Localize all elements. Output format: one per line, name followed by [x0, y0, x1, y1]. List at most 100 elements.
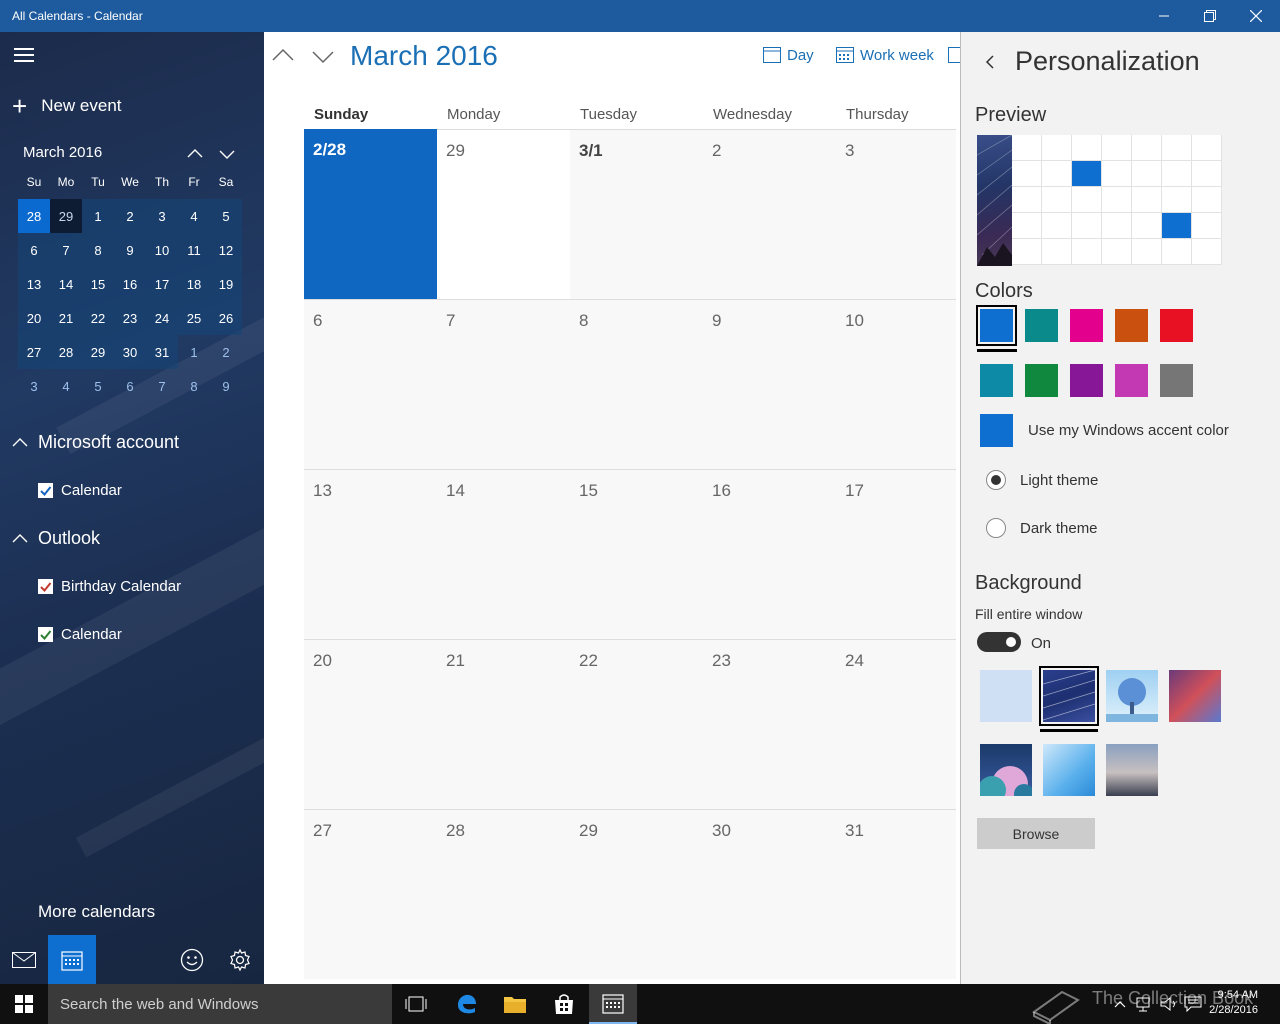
color-swatch[interactable]	[1025, 309, 1058, 342]
browse-button[interactable]: Browse	[977, 818, 1095, 849]
mini-calendar-day[interactable]: 25	[178, 301, 210, 335]
month-title[interactable]: March 2016	[350, 40, 498, 72]
color-swatch[interactable]	[1160, 364, 1193, 397]
mini-prev-month-icon[interactable]	[185, 144, 205, 164]
minimize-button[interactable]	[1141, 0, 1187, 32]
day-cell[interactable]: 6	[304, 299, 437, 469]
calendar-toggle-birthday-calendar[interactable]: Birthday Calendar	[38, 575, 181, 597]
mini-calendar-day[interactable]: 19	[210, 267, 242, 301]
mini-calendar-day[interactable]: 12	[210, 233, 242, 267]
background-option-crystal[interactable]	[1043, 744, 1095, 796]
new-event-button[interactable]: + New event	[12, 92, 122, 120]
day-view-button[interactable]: Day	[763, 44, 814, 66]
mini-calendar-day[interactable]: 7	[146, 369, 178, 403]
action-center-icon[interactable]	[1184, 996, 1202, 1012]
network-icon[interactable]	[1136, 996, 1154, 1012]
search-input[interactable]	[48, 984, 392, 1024]
mini-calendar-day[interactable]: 21	[50, 301, 82, 335]
day-cell[interactable]: 20	[304, 639, 437, 809]
week-view-button[interactable]	[948, 44, 960, 66]
task-view-button[interactable]	[392, 984, 440, 1024]
calendar-taskbar-button[interactable]	[589, 984, 637, 1024]
color-swatch[interactable]	[976, 305, 1017, 346]
day-cell[interactable]: 29	[437, 129, 570, 299]
mini-calendar-day[interactable]: 9	[210, 369, 242, 403]
checkbox[interactable]	[38, 482, 53, 498]
mini-calendar-day[interactable]: 4	[178, 199, 210, 233]
day-cell[interactable]: 13	[304, 469, 437, 639]
day-cell[interactable]: 21	[437, 639, 570, 809]
mini-calendar-day[interactable]: 17	[146, 267, 178, 301]
mini-calendar-day[interactable]: 4	[50, 369, 82, 403]
file-explorer-button[interactable]	[491, 984, 539, 1024]
mini-calendar-day[interactable]: 2	[114, 199, 146, 233]
mini-calendar-day[interactable]: 1	[82, 199, 114, 233]
background-option-canyon[interactable]	[1169, 670, 1221, 722]
color-swatch[interactable]	[1115, 364, 1148, 397]
day-cell[interactable]: 2	[703, 129, 836, 299]
calendar-app-button[interactable]	[48, 935, 96, 984]
mini-calendar-day[interactable]: 10	[146, 233, 178, 267]
checkbox[interactable]	[38, 578, 53, 594]
radio-button[interactable]	[986, 518, 1006, 538]
mini-calendar-day[interactable]: 2	[210, 335, 242, 369]
background-option-lake[interactable]	[1106, 744, 1158, 796]
mini-calendar-day[interactable]: 1	[178, 335, 210, 369]
dark-theme-radio[interactable]: Dark theme	[986, 518, 1098, 538]
mini-calendar-day[interactable]: 29	[50, 199, 82, 233]
day-cell[interactable]: 7	[437, 299, 570, 469]
day-cell[interactable]: 2/28	[304, 129, 437, 299]
previous-month-icon[interactable]	[270, 44, 296, 68]
calendar-toggle-microsoft-calendar[interactable]: Calendar	[38, 479, 122, 501]
day-cell[interactable]: 27	[304, 809, 437, 979]
checkbox[interactable]	[38, 626, 53, 642]
edge-browser-button[interactable]	[443, 984, 491, 1024]
mini-calendar-day[interactable]: 5	[82, 369, 114, 403]
mini-calendar-day[interactable]: 3	[146, 199, 178, 233]
mini-calendar-day[interactable]: 15	[82, 267, 114, 301]
day-cell[interactable]: 22	[570, 639, 703, 809]
mini-calendar-day[interactable]: 6	[18, 233, 50, 267]
restore-button[interactable]	[1187, 0, 1233, 32]
microsoft-account-group[interactable]: Microsoft account	[12, 429, 179, 455]
mini-calendar-day[interactable]: 24	[146, 301, 178, 335]
next-month-icon[interactable]	[310, 44, 336, 68]
fill-window-toggle[interactable]	[977, 632, 1021, 652]
start-button[interactable]	[0, 984, 48, 1024]
day-cell[interactable]: 10	[836, 299, 956, 469]
mini-calendar-day[interactable]: 23	[114, 301, 146, 335]
more-calendars-link[interactable]: More calendars	[38, 902, 155, 922]
outlook-account-group[interactable]: Outlook	[12, 525, 100, 551]
close-button[interactable]	[1233, 0, 1279, 32]
settings-button[interactable]	[216, 935, 264, 984]
store-button[interactable]	[540, 984, 588, 1024]
mini-calendar-day[interactable]: 3	[18, 369, 50, 403]
mini-calendar-day[interactable]: 31	[146, 335, 178, 369]
day-cell[interactable]: 3/1	[570, 129, 703, 299]
mini-calendar-day[interactable]: 28	[18, 199, 50, 233]
light-theme-radio[interactable]: Light theme	[986, 470, 1098, 490]
mini-calendar-day[interactable]: 7	[50, 233, 82, 267]
day-cell[interactable]: 24	[836, 639, 956, 809]
volume-icon[interactable]	[1160, 996, 1178, 1012]
day-cell[interactable]: 15	[570, 469, 703, 639]
day-cell[interactable]: 3	[836, 129, 956, 299]
mini-calendar-day[interactable]: 20	[18, 301, 50, 335]
day-cell[interactable]: 9	[703, 299, 836, 469]
mini-calendar-day[interactable]: 8	[178, 369, 210, 403]
mini-calendar-day[interactable]: 26	[210, 301, 242, 335]
color-swatch[interactable]	[1070, 309, 1103, 342]
day-cell[interactable]: 29	[570, 809, 703, 979]
work-week-view-button[interactable]: Work week	[836, 44, 934, 66]
mini-calendar-day[interactable]: 11	[178, 233, 210, 267]
mini-calendar-day[interactable]: 6	[114, 369, 146, 403]
day-cell[interactable]: 28	[437, 809, 570, 979]
hamburger-menu-icon[interactable]	[14, 48, 34, 62]
mini-calendar-day[interactable]: 16	[114, 267, 146, 301]
day-cell[interactable]: 8	[570, 299, 703, 469]
mini-calendar-day[interactable]: 29	[82, 335, 114, 369]
system-clock[interactable]: 9:54 AM 2/28/2016	[1209, 988, 1258, 1018]
feedback-button[interactable]	[168, 935, 216, 984]
mini-calendar-day[interactable]: 22	[82, 301, 114, 335]
windows-accent-color-option[interactable]: Use my Windows accent color	[980, 414, 1229, 447]
